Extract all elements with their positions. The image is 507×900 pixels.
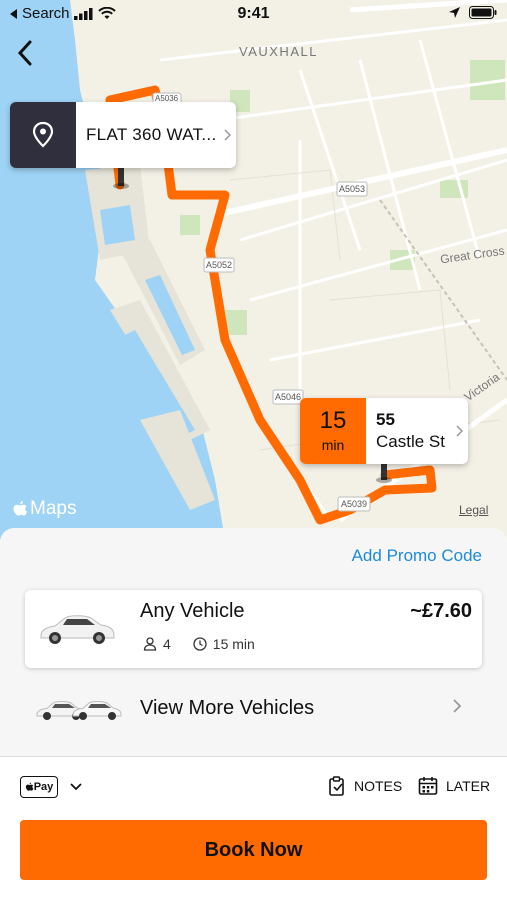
eta-unit: min [321, 437, 345, 453]
car-image [40, 615, 115, 644]
vehicle-price: ~£7.60 [410, 600, 472, 622]
pickup-address: FLAT 360 WAT... [86, 125, 217, 144]
view-more-vehicles-label: View More Vehicles [140, 696, 315, 719]
payment-method-label: Pay [33, 781, 54, 793]
clock-icon [193, 637, 207, 651]
chevron-left-icon [17, 40, 32, 66]
battery-icon [469, 6, 497, 19]
later-label: LATER [446, 778, 491, 794]
apple-logo-icon [25, 782, 34, 791]
vehicle-option-card[interactable]: Any Vehicle ~£7.60 4 15 min [25, 590, 482, 668]
chevron-right-icon [453, 699, 462, 713]
road-shield-a5046: A5046 [275, 392, 302, 402]
passenger-count: 4 [163, 636, 171, 652]
add-promo-code-link[interactable]: Add Promo Code [352, 546, 482, 566]
pickup-pin-box [10, 102, 76, 168]
chevron-right-icon [456, 425, 463, 437]
location-pin-icon [32, 121, 54, 148]
schedule-later-button[interactable]: LATER [418, 776, 490, 796]
notes-icon [329, 776, 344, 796]
eta-box: 15 min [300, 398, 366, 464]
road-shield-a5052: A5052 [206, 260, 233, 270]
destination-number: 55 [376, 410, 395, 429]
apple-logo-icon [13, 501, 27, 516]
book-now-button[interactable]: Book Now [20, 820, 487, 880]
eta-value: 15 [319, 407, 347, 434]
notes-label: NOTES [354, 778, 403, 794]
vehicle-name: Any Vehicle [140, 600, 245, 622]
passenger-icon [143, 637, 157, 651]
destination-callout[interactable]: 15 min 55 Castle St [300, 398, 468, 464]
vehicle-eta: 15 min [212, 636, 255, 652]
destination-street: Castle St [376, 432, 445, 451]
apple-pay-badge: Pay [20, 776, 58, 798]
calendar-icon [418, 777, 438, 795]
back-button[interactable] [8, 34, 42, 72]
legal-link[interactable]: Legal [459, 503, 488, 517]
clock: 9:41 [237, 5, 270, 22]
maps-brand-label: Maps [30, 498, 77, 519]
map-label-vauxhall: VAUXHALL [239, 44, 318, 59]
chevron-down-icon [70, 783, 82, 791]
chevron-right-icon [224, 129, 231, 141]
pickup-location-callout[interactable]: FLAT 360 WAT... [10, 102, 236, 168]
road-shield-a5039: A5039 [341, 499, 368, 509]
status-bar: Search 9:41 [0, 0, 507, 28]
location-arrow-icon [449, 7, 460, 18]
road-shield-a5053: A5053 [339, 184, 366, 194]
payment-method-selector[interactable]: Pay [20, 776, 82, 798]
booking-sheet: Add Promo Code Any Vehicle ~£7.60 4 15 m… [0, 528, 507, 900]
notes-button[interactable]: NOTES [328, 776, 402, 796]
more-cars-icon [36, 701, 122, 720]
view-more-vehicles-row[interactable]: View More Vehicles [25, 678, 482, 738]
apple-maps-logo: Maps [12, 498, 76, 520]
